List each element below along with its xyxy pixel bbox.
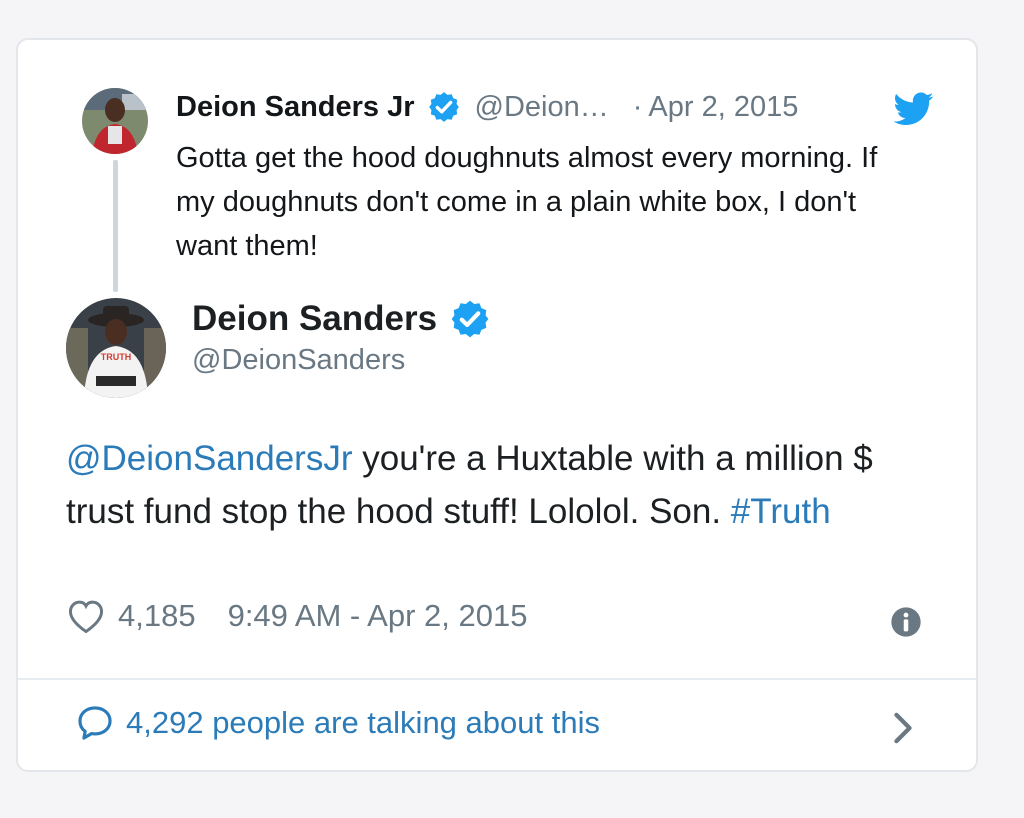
parent-tweet-text: Gotta get the hood doughnuts almost ever… [176, 142, 878, 262]
avatar-shirt-text: TRUTH [101, 352, 132, 362]
verified-badge-icon [428, 92, 459, 122]
chevron-right-icon[interactable] [890, 710, 916, 746]
verified-badge-icon [451, 300, 489, 338]
talking-about-link[interactable]: 4,292 people are talking about this [76, 704, 600, 742]
parent-author-name[interactable]: Deion Sanders Jr [176, 91, 415, 124]
embedded-tweet-card: Deion Sanders Jr @Deion… · Apr 2, 2015 G… [16, 38, 978, 772]
parent-author-handle[interactable]: @Deion… [475, 91, 609, 124]
talking-about-text: 4,292 people are talking about this [126, 705, 600, 740]
main-tweet-header: Deion Sanders [192, 298, 491, 340]
parent-tweet-date[interactable]: Apr 2, 2015 [648, 91, 798, 124]
speech-bubble-icon [78, 706, 112, 740]
like-count[interactable]: 4,185 [118, 598, 196, 634]
tweet-timestamp[interactable]: 9:49 AM - Apr 2, 2015 [228, 598, 528, 634]
thread-connector [113, 160, 118, 292]
main-avatar[interactable]: TRUTH [66, 298, 166, 398]
parent-tweet-header: Deion Sanders Jr @Deion… · Apr 2, 2015 [176, 90, 798, 124]
footer-divider [18, 678, 976, 680]
parent-avatar[interactable] [82, 88, 148, 154]
mention-link[interactable]: @DeionSandersJr [66, 439, 353, 478]
tweet-meta-row: 4,185 9:49 AM - Apr 2, 2015 [66, 598, 527, 634]
main-tweet-text: @DeionSandersJr you're a Huxtable with a… [66, 432, 946, 538]
twitter-bird-icon[interactable] [894, 92, 934, 126]
separator-dot: · [632, 90, 643, 123]
hashtag-link[interactable]: #Truth [731, 492, 831, 531]
heart-icon[interactable] [66, 598, 106, 634]
main-author-name[interactable]: Deion Sanders [192, 299, 437, 339]
main-author-handle[interactable]: @DeionSanders [192, 344, 405, 377]
info-icon[interactable] [890, 606, 922, 638]
